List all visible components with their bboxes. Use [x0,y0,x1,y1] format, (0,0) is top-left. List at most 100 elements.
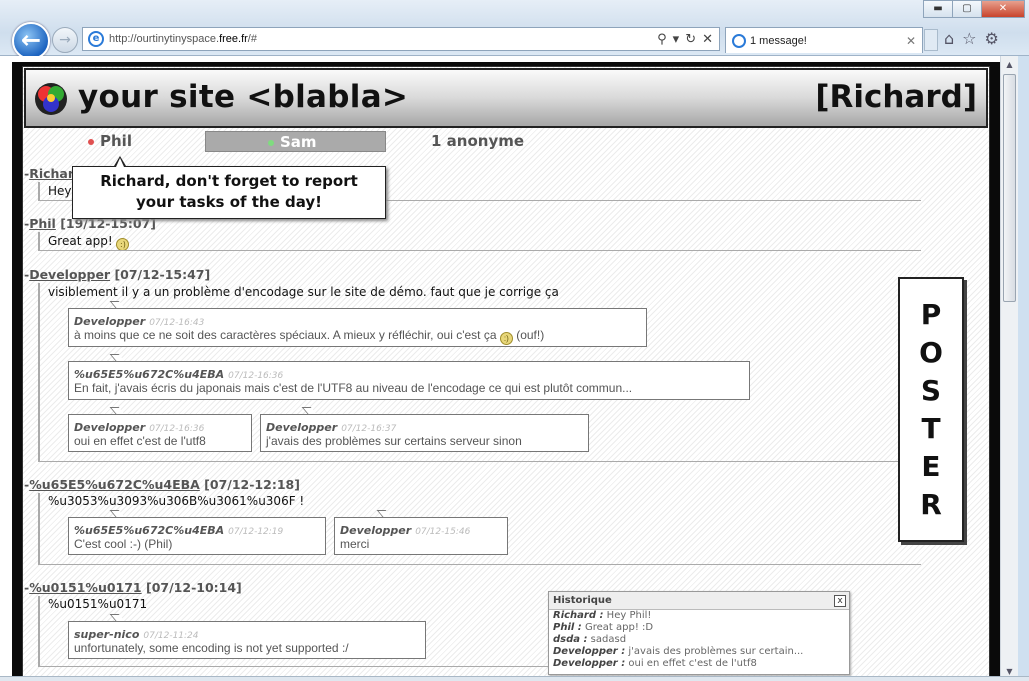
history-author: dsda : [553,634,588,645]
window-controls: ▬ ▢ ✕ [923,0,1025,18]
reply-bubble[interactable]: Developper 07/12-15:46 merci [334,517,508,555]
search-icon[interactable]: ⚲ [657,32,667,47]
url-host: free.fr [219,33,248,45]
close-window-button[interactable]: ✕ [981,0,1025,18]
reply-date: 07/12-12:19 [228,527,284,537]
history-author: Richard : [553,610,604,621]
reply-bubble[interactable]: Developper 07/12-16:43 à moins que ce ne s… [68,308,647,347]
reply-text: unfortunately, some encoding is not yet … [74,641,349,655]
user-name: Sam [280,133,317,151]
site-title: your site <blabla> [78,79,409,115]
reply-date: 07/12-16:43 [149,318,205,328]
message-date: [07/12-15:47] [114,267,211,282]
scroll-thumb[interactable] [1003,74,1016,302]
message-author[interactable]: Developper [29,267,110,282]
divider [38,564,921,565]
post-letter: P [920,297,942,331]
message-author[interactable]: %u65E5%u672C%u4EBA [29,477,200,492]
history-close-button[interactable]: x [834,595,846,607]
scroll-up-icon[interactable]: ▲ [1002,58,1017,72]
message-text: %u0151%u0171 [48,597,148,611]
tab-title: 1 message! [750,34,807,47]
address-bar[interactable]: e http://ourtinytinyspace.free.fr/# ⚲ ▾ … [82,27,720,51]
reply-date: 07/12-11:24 [143,631,199,641]
back-arrow-icon: ← [20,26,42,54]
online-dot-icon [88,138,94,145]
forward-arrow-icon: → [59,32,71,48]
history-line: dsda : sadasd [549,634,849,646]
browser-tools: ⌂ ☆ ⚙ [944,29,999,48]
reply-author: super-nico [74,628,140,641]
history-text: Great app! :D [581,622,654,633]
message-author[interactable]: Phil [29,216,56,231]
reply-tail: (ouf!) [516,328,545,342]
page-scrollbar[interactable]: ▲ ▼ [1000,56,1018,681]
back-button[interactable]: ← [12,22,50,60]
reply-author: Developper [74,315,146,328]
reply-bubble[interactable]: Developper 07/12-16:37 j'avais des problèm… [260,414,589,452]
post-letter: S [920,373,942,407]
divider [38,461,898,462]
window-border [1018,56,1029,681]
online-dot-icon [268,139,274,146]
url-text[interactable]: http://ourtinytinyspace.free.fr/# [109,33,657,45]
message-header: -%u0151%u0171 [07/12-10:14] [24,580,242,595]
tooltip-line: Richard, don't forget to report [100,172,358,190]
settings-gear-icon[interactable]: ⚙ [985,29,999,48]
history-text: Hey Phil! [603,610,652,621]
message-header: -Developper [07/12-15:47] [24,267,211,282]
post-button[interactable]: P O S T E R [898,277,964,542]
home-icon[interactable]: ⌂ [944,29,954,48]
tooltip-line: your tasks of the day! [135,193,323,211]
thread-line [38,596,40,666]
history-title: Historique [549,592,849,610]
post-letter: O [919,335,943,369]
reply-author: Developper [266,421,338,434]
message-text: %u3053%u3093%u306B%u3061%u306F ! [48,494,305,508]
url-suffix: /# [247,33,257,45]
stop-icon[interactable]: ✕ [702,32,713,47]
divider [38,666,548,667]
url-prefix: http://ourtinytinyspace. [109,33,220,45]
reply-author: Developper [340,524,412,537]
browser-tab[interactable]: 1 message! ✕ [725,27,923,53]
reply-bubble[interactable]: Developper 07/12-16:36 oui en effet c'est … [68,414,252,452]
reply-text: j'avais des problèmes sur certains serve… [266,434,522,448]
reply-bubble[interactable]: %u65E5%u672C%u4EBA 07/12-16:36 En fait, j'… [68,361,750,400]
reply-text: merci [340,537,370,551]
tab-ie-icon [732,33,746,48]
current-user[interactable]: [Richard] [815,79,977,115]
forward-button[interactable]: → [52,27,78,53]
message-author[interactable]: %u0151%u0171 [29,580,141,595]
reply-date: 07/12-16:37 [341,424,397,434]
dropdown-icon[interactable]: ▾ [673,32,680,47]
maximize-button[interactable]: ▢ [952,0,982,18]
status-bar [0,676,1029,681]
reply-text: C'est cool :-) (Phil) [74,537,173,551]
reply-author: Developper [74,421,146,434]
favorites-star-icon[interactable]: ☆ [962,29,976,48]
thread-line [38,493,40,564]
user-tab-phil[interactable]: Phil [88,131,132,152]
history-line: Developper : oui en effet c'est de l'utf… [549,658,849,670]
reply-author: %u65E5%u672C%u4EBA [74,524,225,537]
history-author: Phil : [553,622,582,633]
history-text: sadasd [587,634,627,645]
site-logo-icon [35,83,67,115]
post-letter: T [921,411,941,445]
new-tab-button[interactable] [924,29,938,51]
message-text: Great app! :) [48,234,130,251]
reply-date: 07/12-16:36 [149,424,205,434]
user-name: Phil [100,132,132,150]
message-text: visiblement il y a un problème d'encodag… [48,285,559,299]
minimize-button[interactable]: ▬ [923,0,953,18]
reply-bubble[interactable]: %u65E5%u672C%u4EBA 07/12-12:19 C'est cool … [68,517,326,555]
user-tab-sam[interactable]: Sam [205,131,386,152]
reply-date: 07/12-16:36 [228,371,284,381]
close-tab-icon[interactable]: ✕ [906,34,916,48]
history-line: Richard : Hey Phil! [549,610,849,622]
anonymous-count: 1 anonyme [431,132,525,150]
tooltip-arrow-fill [116,158,124,167]
reply-bubble[interactable]: super-nico 07/12-11:24 unfortunately, some… [68,621,426,659]
refresh-icon[interactable]: ↻ [685,32,696,47]
